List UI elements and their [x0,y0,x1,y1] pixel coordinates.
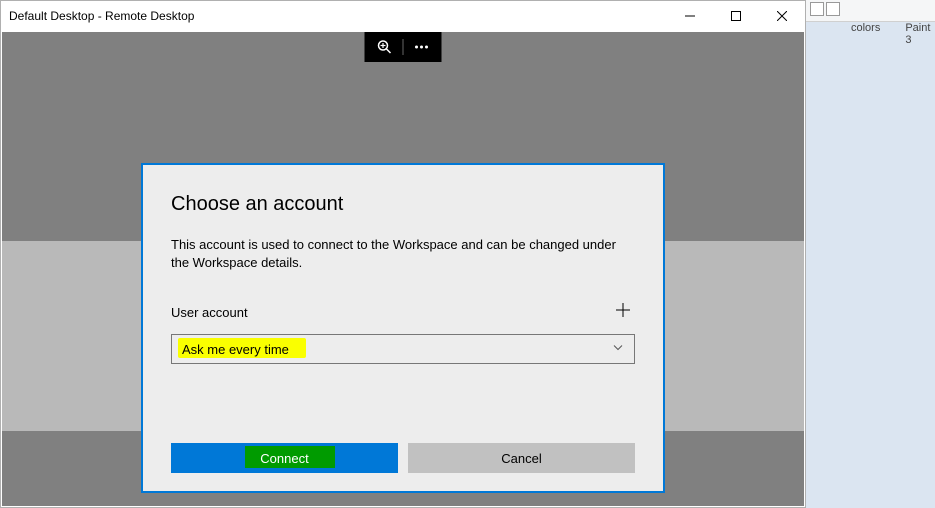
choose-account-dialog: Choose an account This account is used t… [141,163,665,493]
connect-button[interactable]: Connect [171,443,398,473]
ribbon-label: colors [851,22,880,46]
color-swatches [806,0,844,21]
ribbon-labels: colors Paint 3 [806,22,935,46]
minimize-icon [685,11,695,21]
ribbon-fragment [806,0,935,22]
chevron-down-icon [612,342,624,357]
remote-desktop-window: Default Desktop - Remote Desktop [0,0,806,508]
add-account-button[interactable] [611,300,635,324]
zoom-button[interactable] [377,39,393,55]
connect-label: Connect [260,451,308,466]
toolbar-separator [403,39,404,55]
session-toolbar [365,32,442,62]
user-account-label: User account [171,305,248,320]
cancel-button[interactable]: Cancel [408,443,635,473]
minimize-button[interactable] [667,1,713,31]
close-button[interactable] [759,1,805,31]
background-app-strip: colors Paint 3 [806,0,935,508]
more-icon [414,39,430,55]
window-title: Default Desktop - Remote Desktop [9,9,194,23]
close-icon [777,11,787,21]
window-controls [667,1,805,31]
user-account-select[interactable]: Ask me every time [171,334,635,364]
user-account-row: User account [171,300,635,324]
dialog-description: This account is used to connect to the W… [171,236,631,272]
plus-icon [615,302,631,318]
color-swatch[interactable] [810,2,824,16]
ribbon-label: Paint 3 [905,22,935,46]
maximize-button[interactable] [713,1,759,31]
maximize-icon [731,11,741,21]
dialog-buttons: Connect Cancel [171,443,635,473]
titlebar: Default Desktop - Remote Desktop [1,1,805,31]
zoom-in-icon [377,39,393,55]
dialog-title: Choose an account [171,193,635,216]
select-value: Ask me every time [182,342,289,357]
color-swatch[interactable] [826,2,840,16]
remote-viewport: Choose an account This account is used t… [2,32,804,506]
cancel-label: Cancel [501,451,541,466]
more-button[interactable] [414,39,430,55]
